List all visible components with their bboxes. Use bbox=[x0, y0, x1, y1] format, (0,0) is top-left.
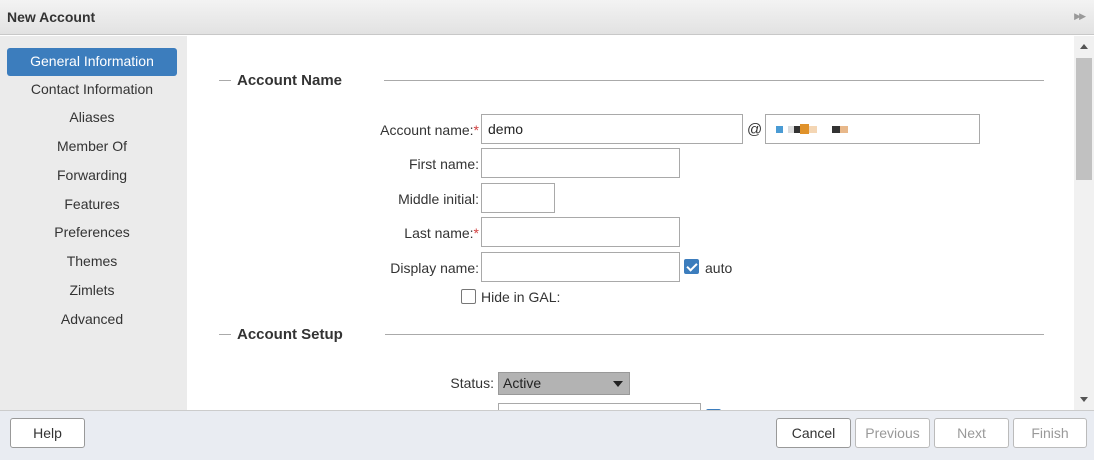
expand-icon[interactable]: ▶▶ bbox=[1074, 11, 1086, 22]
scroll-up-icon[interactable] bbox=[1080, 44, 1088, 49]
section-header-account-name: Account Name bbox=[219, 72, 1044, 92]
display-name-label: Display name: bbox=[390, 260, 479, 276]
last-name-label-text: Last name: bbox=[404, 225, 474, 241]
section-title: Account Setup bbox=[235, 326, 345, 343]
domain-input[interactable] bbox=[765, 114, 980, 144]
vertical-scrollbar[interactable] bbox=[1074, 36, 1094, 410]
sidebar-item-themes[interactable]: Themes bbox=[7, 248, 177, 276]
sidebar-item-zimlets[interactable]: Zimlets bbox=[7, 277, 177, 305]
sidebar-item-contact-information[interactable]: Contact Information bbox=[7, 76, 177, 104]
first-name-label: First name: bbox=[408, 156, 479, 172]
required-marker: * bbox=[473, 122, 479, 138]
dialog-footer: Help Cancel Previous Next Finish bbox=[0, 410, 1094, 460]
sidebar-item-aliases[interactable]: Aliases bbox=[7, 104, 177, 132]
redacted-domain bbox=[809, 126, 817, 133]
middle-initial-label: Middle initial: bbox=[398, 191, 479, 207]
sidebar-item-forwarding[interactable]: Forwarding bbox=[7, 162, 177, 190]
sidebar-item-preferences[interactable]: Preferences bbox=[7, 219, 177, 247]
help-button[interactable]: Help bbox=[10, 418, 85, 448]
dialog-title: New Account bbox=[7, 9, 96, 25]
chevron-down-icon bbox=[613, 381, 623, 387]
sidebar-item-general-information[interactable]: General Information bbox=[7, 48, 177, 76]
account-name-input[interactable] bbox=[481, 114, 743, 144]
account-name-label: Account name:* bbox=[337, 122, 479, 138]
sidebar-item-member-of[interactable]: Member Of bbox=[7, 133, 177, 161]
divider bbox=[384, 80, 1044, 81]
redacted-domain bbox=[800, 124, 809, 134]
redacted-domain bbox=[840, 126, 848, 133]
status-dropdown[interactable]: Active bbox=[498, 372, 630, 395]
section-header-account-setup: Account Setup bbox=[219, 326, 1044, 346]
first-name-input[interactable] bbox=[481, 148, 680, 178]
display-name-input[interactable] bbox=[481, 252, 680, 282]
account-name-label-text: Account name: bbox=[380, 122, 474, 138]
partial-input[interactable] bbox=[498, 403, 701, 410]
hide-in-gal-label: Hide in GAL: bbox=[481, 289, 561, 305]
redacted-domain bbox=[776, 126, 783, 133]
scroll-down-icon[interactable] bbox=[1080, 397, 1088, 402]
sidebar: General Information Contact Information … bbox=[0, 36, 187, 410]
divider bbox=[219, 334, 231, 335]
auto-checkbox[interactable] bbox=[684, 259, 699, 274]
required-marker: * bbox=[473, 225, 479, 241]
dialog-titlebar: New Account ▶▶ bbox=[0, 0, 1094, 35]
status-label: Status: bbox=[450, 375, 494, 391]
auto-label: auto bbox=[705, 260, 733, 276]
last-name-label: Last name:* bbox=[337, 225, 479, 241]
cancel-button[interactable]: Cancel bbox=[776, 418, 851, 448]
at-sign: @ bbox=[747, 121, 763, 138]
section-title: Account Name bbox=[235, 72, 345, 89]
divider bbox=[219, 80, 231, 81]
divider bbox=[385, 334, 1044, 335]
previous-button[interactable]: Previous bbox=[855, 418, 930, 448]
finish-button[interactable]: Finish bbox=[1013, 418, 1087, 448]
sidebar-item-advanced[interactable]: Advanced bbox=[7, 306, 177, 334]
hide-in-gal-checkbox[interactable] bbox=[461, 289, 476, 304]
sidebar-item-features[interactable]: Features bbox=[7, 191, 177, 219]
scrollbar-thumb[interactable] bbox=[1076, 58, 1092, 180]
next-button[interactable]: Next bbox=[934, 418, 1009, 448]
redacted-domain bbox=[832, 126, 840, 133]
status-value: Active bbox=[503, 375, 542, 391]
middle-initial-input[interactable] bbox=[481, 183, 555, 213]
form-content: Account Name Account name:* @ First name… bbox=[187, 36, 1074, 410]
last-name-input[interactable] bbox=[481, 217, 680, 247]
